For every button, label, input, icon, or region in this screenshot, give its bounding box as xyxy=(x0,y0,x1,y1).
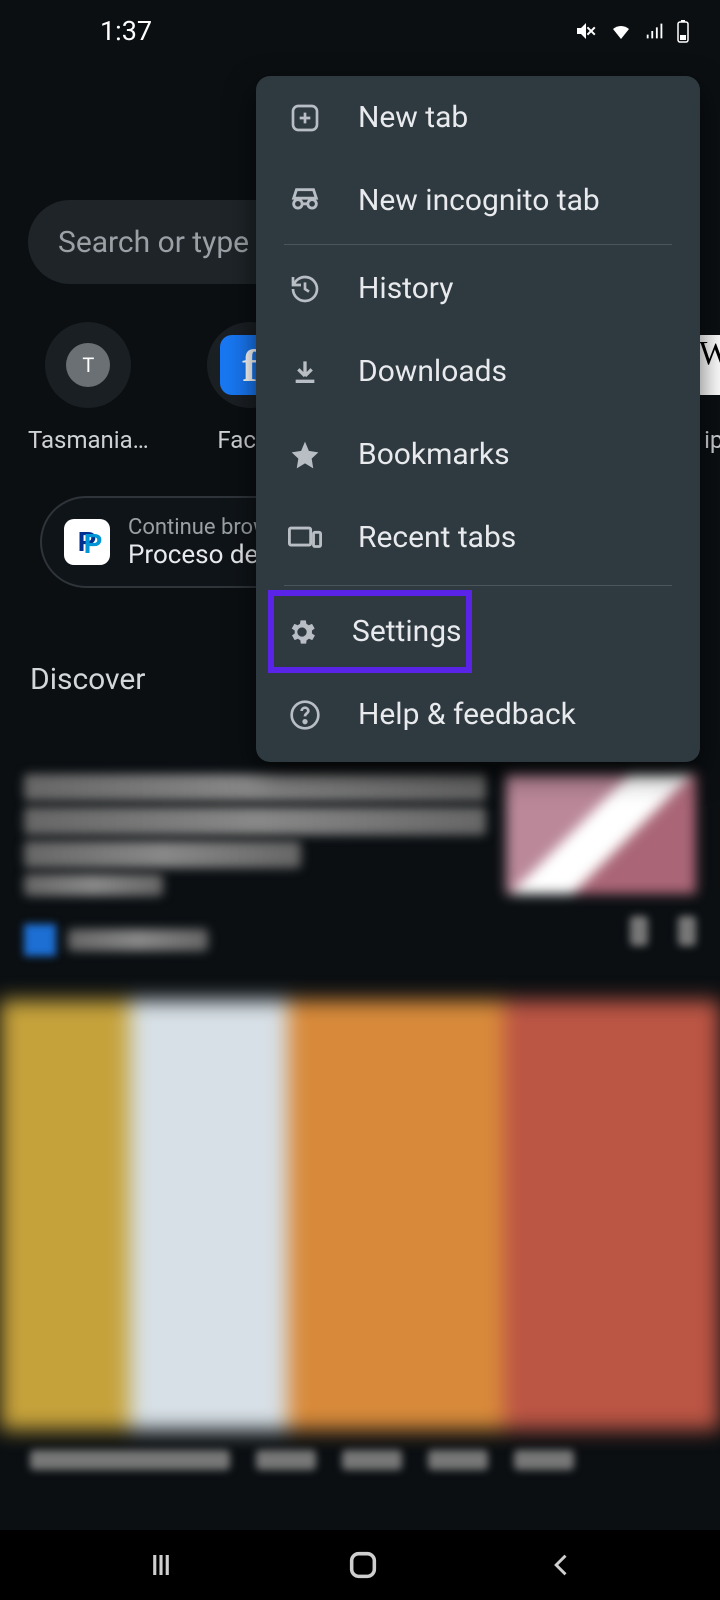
mute-icon xyxy=(574,19,598,43)
gear-icon xyxy=(286,616,318,648)
quick-link-tasmania[interactable]: T Tasmania… xyxy=(28,322,149,454)
status-icons xyxy=(574,19,690,43)
obscured-text xyxy=(30,1450,230,1470)
android-nav-bar xyxy=(0,1530,720,1600)
menu-label: Help & feedback xyxy=(358,697,576,732)
overflow-menu: New tab New incognito tab History Downlo… xyxy=(256,76,700,762)
menu-separator xyxy=(284,585,672,586)
wikipedia-icon: W xyxy=(697,335,720,395)
bookmarks-icon xyxy=(286,439,324,471)
recents-button[interactable] xyxy=(144,1550,178,1580)
obscured-text xyxy=(256,1450,316,1470)
obscured-text xyxy=(342,1450,402,1470)
menu-separator xyxy=(284,244,672,245)
discover-feed[interactable] xyxy=(0,760,720,1478)
status-time: 1:37 xyxy=(100,15,152,47)
discover-heading: Discover xyxy=(30,662,145,697)
obscured-source-icon xyxy=(24,924,56,956)
obscured-text xyxy=(24,874,163,896)
feed-card-image[interactable] xyxy=(0,1000,720,1430)
menu-label: New incognito tab xyxy=(358,183,600,218)
downloads-icon xyxy=(286,356,324,388)
quick-link-label: ip xyxy=(704,426,720,454)
obscured-icon xyxy=(678,916,696,946)
letter-avatar: T xyxy=(66,343,110,387)
obscured-text xyxy=(514,1450,574,1470)
menu-label: History xyxy=(358,271,453,306)
history-icon xyxy=(286,273,324,305)
menu-label: New tab xyxy=(358,100,468,135)
feed-card-footer xyxy=(0,1450,720,1478)
battery-icon xyxy=(676,19,690,43)
paypal-icon: P xyxy=(64,519,110,565)
obscured-text xyxy=(24,841,301,868)
home-button[interactable] xyxy=(346,1548,380,1582)
menu-item-bookmarks[interactable]: Bookmarks xyxy=(256,413,700,496)
menu-label: Settings xyxy=(352,614,462,649)
recent-tabs-icon xyxy=(286,523,324,553)
new-tab-icon xyxy=(286,102,324,134)
incognito-icon xyxy=(286,184,324,218)
obscured-text xyxy=(24,774,486,801)
signal-icon xyxy=(644,20,666,42)
wifi-icon xyxy=(608,19,634,43)
status-bar: 1:37 xyxy=(0,0,720,62)
obscured-icon xyxy=(630,916,648,946)
menu-item-history[interactable]: History xyxy=(256,247,700,330)
menu-item-incognito[interactable]: New incognito tab xyxy=(256,159,700,242)
menu-label: Recent tabs xyxy=(358,520,516,555)
menu-label: Downloads xyxy=(358,354,507,389)
menu-item-downloads[interactable]: Downloads xyxy=(256,330,700,413)
obscured-text xyxy=(24,807,486,834)
menu-item-new-tab[interactable]: New tab xyxy=(256,76,700,159)
menu-label: Bookmarks xyxy=(358,437,510,472)
menu-item-settings[interactable]: Settings xyxy=(270,592,470,671)
menu-item-help[interactable]: Help & feedback xyxy=(256,673,700,756)
obscured-thumbnail xyxy=(506,774,696,894)
back-button[interactable] xyxy=(548,1550,576,1580)
obscured-text xyxy=(428,1450,488,1470)
help-icon xyxy=(286,699,324,731)
quick-link-label: Tasmania… xyxy=(28,426,149,454)
feed-card[interactable] xyxy=(0,760,720,970)
menu-item-recent-tabs[interactable]: Recent tabs xyxy=(256,496,700,579)
quick-link-avatar: T xyxy=(45,322,131,408)
obscured-text xyxy=(68,929,208,951)
